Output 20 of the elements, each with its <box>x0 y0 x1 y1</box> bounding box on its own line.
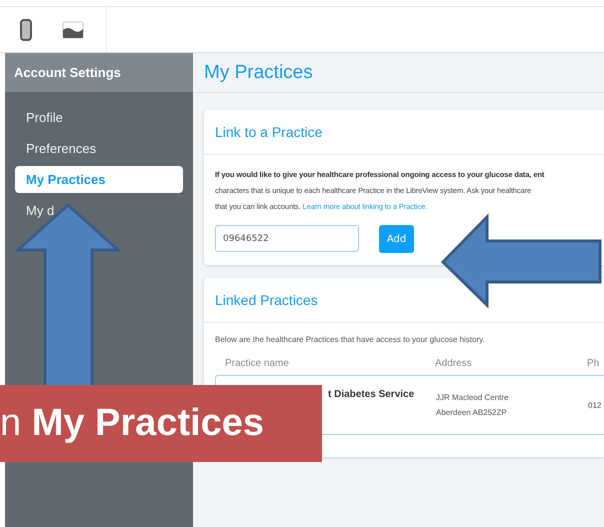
address-line: JJR Macleod Centre <box>436 392 510 404</box>
chart-icon[interactable] <box>62 20 84 38</box>
sidebar-item[interactable]: My Practices <box>15 166 183 193</box>
add-button[interactable]: Add <box>379 225 414 253</box>
sidebar-item[interactable]: My d <box>15 197 183 224</box>
address-line: Aberdeen AB252ZP <box>436 407 508 419</box>
callout-text: n My Practices <box>0 402 264 445</box>
sidebar-item[interactable]: Preferences <box>15 135 183 162</box>
column-header: Ph <box>587 358 600 369</box>
practice-name: t Diabetes Service <box>327 389 416 400</box>
card-title: Link to a Practice <box>204 110 604 155</box>
column-header: Address <box>435 358 473 369</box>
sidebar-item[interactable]: Profile <box>15 104 183 131</box>
phone-icon[interactable] <box>20 18 32 40</box>
sidebar-title: Account Settings <box>5 53 193 92</box>
page-title: My Practices <box>193 53 604 93</box>
practice-id-field[interactable]: 09646522 <box>215 225 359 252</box>
description-text: Below are the healthcare Practices that have access to your glucose history. <box>215 335 486 344</box>
phone-text: 012 <box>588 400 602 410</box>
column-header: Practice name <box>225 358 290 369</box>
